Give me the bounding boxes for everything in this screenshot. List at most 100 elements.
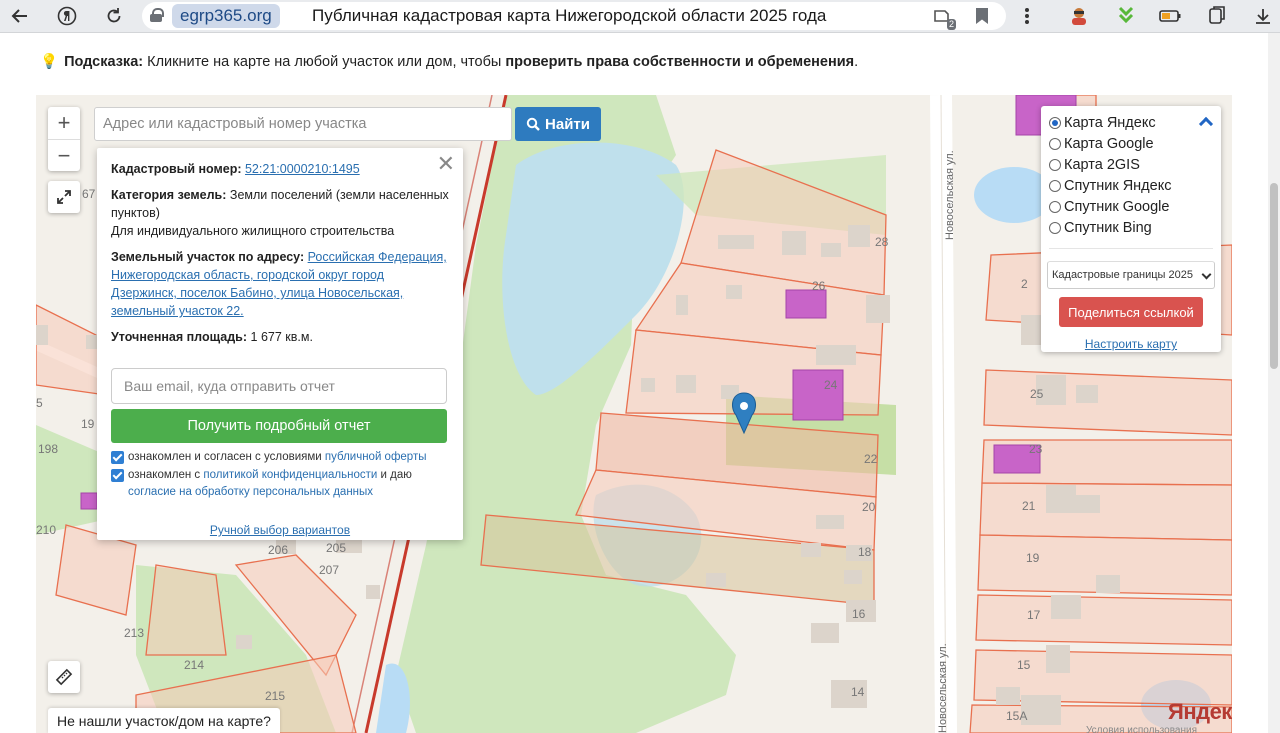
privacy-checkbox[interactable] <box>111 469 124 482</box>
zoom-control: + − <box>48 107 80 171</box>
page-scrollbar[interactable] <box>1268 33 1280 733</box>
configure-map-link[interactable]: Настроить карту <box>1049 337 1213 351</box>
cadastral-map[interactable]: 28 26 24 22 20 18 16 14 25 23 21 19 17 15 15А 206 2… <box>36 95 1232 733</box>
zoom-out-button[interactable]: − <box>48 139 80 171</box>
layer-option[interactable]: Карта 2GIS <box>1049 154 1213 175</box>
search-icon <box>526 117 540 131</box>
svg-text:210: 210 <box>36 523 56 537</box>
fullscreen-button[interactable] <box>48 181 80 213</box>
svg-text:19: 19 <box>81 417 95 431</box>
layer-option-label: Спутник Google <box>1064 198 1170 215</box>
layer-option[interactable]: Спутник Яндекс <box>1049 175 1213 196</box>
domain-label[interactable]: egrp365.org <box>172 4 280 28</box>
area-value: 1 677 кв.м. <box>250 330 313 344</box>
layer-radio[interactable] <box>1049 158 1061 171</box>
layer-option-label: Карта Яндекс <box>1064 114 1156 131</box>
svg-text:20: 20 <box>862 500 876 514</box>
svg-text:25: 25 <box>1030 387 1044 401</box>
layer-option-label: Спутник Bing <box>1064 219 1152 236</box>
map-terms-link[interactable]: Условия использования <box>1086 725 1197 733</box>
layer-option-label: Спутник Яндекс <box>1064 177 1172 194</box>
svg-text:18: 18 <box>858 545 872 559</box>
tab-title: Публичная кадастровая карта Нижегородско… <box>312 6 827 25</box>
chevron-down-icon <box>1201 269 1212 280</box>
hint-body: Кликните на карте на любой участок или д… <box>147 54 502 70</box>
layer-option[interactable]: Карта Google <box>1049 133 1213 154</box>
offer-consent: ознакомлен и согласен с условиями публич… <box>111 449 449 466</box>
layer-option[interactable]: Карта Яндекс <box>1049 112 1213 133</box>
hint-label: Подсказка: <box>64 54 144 70</box>
layer-option-label: Карта 2GIS <box>1064 156 1140 173</box>
svg-text:67: 67 <box>82 187 96 201</box>
not-found-button[interactable]: Не нашли участок/дом на карте? <box>48 708 280 733</box>
layer-option[interactable]: Спутник Google <box>1049 196 1213 217</box>
zoom-in-button[interactable]: + <box>48 107 80 139</box>
area-label: Уточненная площадь: <box>111 330 248 344</box>
offer-checkbox[interactable] <box>111 451 124 464</box>
find-button[interactable]: Найти <box>515 107 601 141</box>
hint-tail: . <box>854 54 859 70</box>
expand-icon <box>57 190 71 204</box>
lock-icon[interactable] <box>150 8 164 22</box>
ruler-button[interactable] <box>48 661 80 693</box>
extension-icon[interactable]: 2 <box>932 6 956 30</box>
permitted-use: Для индивидуального жилищного строительс… <box>111 224 395 238</box>
hint-emphasis: проверить права собственности и обремене… <box>505 54 855 70</box>
layer-options: Карта Яндекс Карта Google Карта 2GIS Спутни… <box>1049 112 1213 238</box>
overlay-select[interactable]: Кадастровые границы 2025 <box>1047 261 1215 289</box>
chevron-up-icon[interactable] <box>1199 114 1211 126</box>
svg-text:2: 2 <box>1021 277 1028 291</box>
layer-option[interactable]: Спутник Bing <box>1049 217 1213 238</box>
svg-text:23: 23 <box>1029 442 1043 456</box>
svg-text:26: 26 <box>812 279 826 293</box>
layer-radio[interactable] <box>1049 221 1061 234</box>
layer-radio[interactable] <box>1049 116 1061 129</box>
svg-text:206: 206 <box>268 543 288 557</box>
privacy-consent: ознакомлен с политикой конфиденциальност… <box>111 467 449 501</box>
parcel-area: Уточненная площадь: 1 677 кв.м. <box>111 328 449 346</box>
svg-text:17: 17 <box>1027 608 1041 622</box>
profile-icon[interactable] <box>1067 4 1091 28</box>
privacy-policy-link[interactable]: политикой конфиденциальности <box>203 469 377 481</box>
battery-icon[interactable] <box>1158 4 1182 28</box>
download-arrow-icon[interactable] <box>1114 4 1138 28</box>
svg-text:28: 28 <box>875 235 889 249</box>
land-category: Категория земель: Земли поселений (земли… <box>111 186 449 240</box>
cadastral-number-link[interactable]: 52:21:0000210:1495 <box>245 162 360 176</box>
reload-icon[interactable] <box>102 4 126 28</box>
downloads-icon[interactable] <box>1251 4 1275 28</box>
offer-consent-text: ознакомлен и согласен с условиями <box>128 451 322 463</box>
svg-text:16: 16 <box>852 607 866 621</box>
layer-radio[interactable] <box>1049 179 1061 192</box>
layer-radio[interactable] <box>1049 137 1061 150</box>
scrollbar-thumb[interactable] <box>1270 183 1278 369</box>
personal-data-consent-link[interactable]: согласие на обработку персональных данны… <box>128 486 373 498</box>
share-link-button[interactable]: Поделиться ссылкой <box>1059 297 1203 327</box>
svg-text:215: 215 <box>265 689 285 703</box>
cadastral-label: Кадастровый номер: <box>111 162 242 176</box>
privacy-consent-text: ознакомлен с <box>128 469 201 481</box>
parcel-address: Земельный участок по адресу: Российская … <box>111 248 449 320</box>
svg-text:14: 14 <box>851 685 865 699</box>
map-layers-panel: Карта Яндекс Карта Google Карта 2GIS Спутни… <box>1041 106 1221 352</box>
close-icon[interactable]: ✕ <box>437 152 455 176</box>
manual-selection-link[interactable]: Ручной выбор вариантов <box>111 521 449 539</box>
menu-dots-icon[interactable] <box>1015 4 1039 28</box>
get-report-button[interactable]: Получить подробный отчет <box>111 409 447 443</box>
email-input[interactable] <box>111 368 447 404</box>
public-offer-link[interactable]: публичной оферты <box>325 451 427 463</box>
privacy-consent-mid: и даю <box>380 469 412 481</box>
address-bar[interactable]: egrp365.org Публичная кадастровая карта … <box>142 2 1006 30</box>
lightbulb-icon: 💡 <box>40 54 59 70</box>
layer-radio[interactable] <box>1049 200 1061 213</box>
yandex-logo-icon[interactable] <box>55 4 79 28</box>
svg-text:24: 24 <box>824 378 838 392</box>
svg-text:Новосельская ул.: Новосельская ул. <box>937 643 949 733</box>
back-arrow-icon[interactable] <box>8 4 32 28</box>
bookmark-icon[interactable] <box>976 8 988 24</box>
tabs-icon[interactable] <box>1205 4 1229 28</box>
extension-badge: 2 <box>946 19 956 30</box>
address-search-input[interactable] <box>94 107 512 141</box>
parcel-info-popup: ✕ Кадастровый номер: 52:21:0000210:1495 … <box>97 148 463 540</box>
svg-text:213: 213 <box>124 626 144 640</box>
